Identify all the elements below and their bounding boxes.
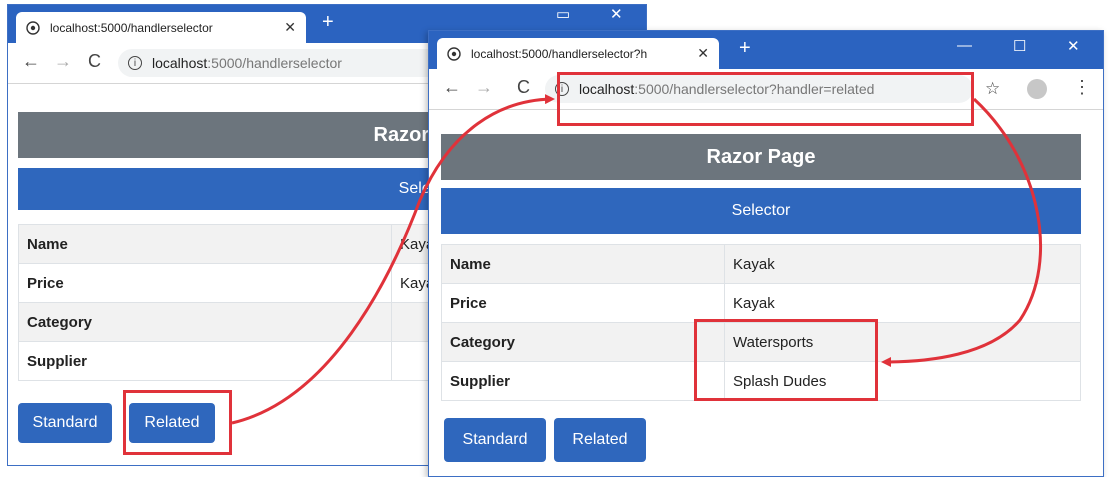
annotation-arrows — [231, 94, 1043, 425]
arrow-to-values — [881, 97, 1043, 367]
arrow-to-url — [231, 94, 555, 425]
